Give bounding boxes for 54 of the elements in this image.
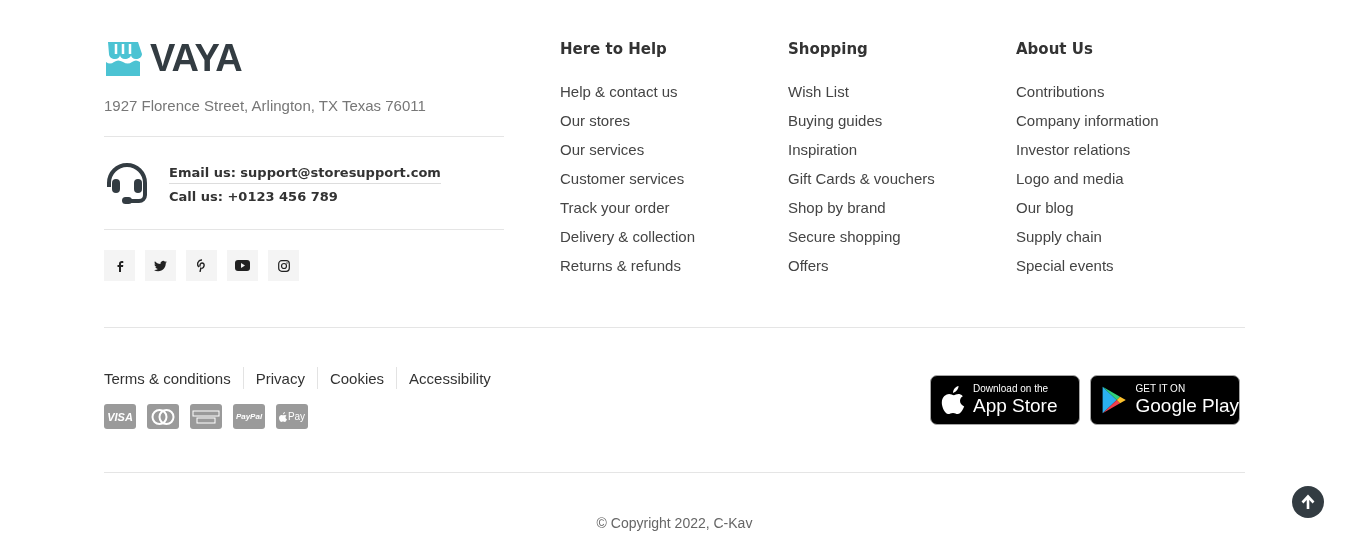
- legal-link[interactable]: Cookies: [329, 369, 385, 387]
- youtube-icon: [235, 260, 250, 271]
- twitter-icon: [154, 259, 167, 272]
- legal-link[interactable]: Terms & conditions: [104, 369, 231, 387]
- apple-icon: [941, 386, 965, 414]
- footer-link[interactable]: Returns & refunds: [560, 251, 788, 280]
- instagram-button[interactable]: [268, 250, 299, 281]
- shop-logo-icon: [104, 40, 142, 76]
- column-heading: Shopping: [788, 40, 869, 60]
- footer-link[interactable]: Logo and media: [1016, 164, 1244, 193]
- column-heading: Here to Help: [560, 40, 668, 60]
- amex-card-icon: [190, 404, 222, 429]
- footer-link[interactable]: Secure shopping: [788, 222, 1016, 251]
- footer-link[interactable]: Track your order: [560, 193, 788, 222]
- mastercard-card-icon: [147, 404, 179, 429]
- brand-name: VAYA: [150, 39, 242, 77]
- pinterest-button[interactable]: [186, 250, 217, 281]
- app-store-button[interactable]: Download on the App Store: [930, 375, 1080, 425]
- footer-link[interactable]: Gift Cards & vouchers: [788, 164, 1016, 193]
- footer-link[interactable]: Shop by brand: [788, 193, 1016, 222]
- copyright-text: © Copyright 2022, C-Kav: [596, 515, 753, 531]
- paypal-card-icon: PayPal: [233, 404, 265, 429]
- footer-link[interactable]: Investor relations: [1016, 135, 1244, 164]
- footer-link[interactable]: Buying guides: [788, 106, 1016, 135]
- pinterest-icon: [196, 259, 207, 272]
- twitter-button[interactable]: [145, 250, 176, 281]
- footer-link[interactable]: Our stores: [560, 106, 788, 135]
- email-link[interactable]: Email us: support@storesupport.com: [169, 164, 441, 184]
- footer-link[interactable]: Special events: [1016, 251, 1244, 280]
- footer-link[interactable]: Our services: [560, 135, 788, 164]
- footer-link[interactable]: Customer services: [560, 164, 788, 193]
- footer-link[interactable]: Our blog: [1016, 193, 1244, 222]
- phone-number: Call us: +0123 456 789: [169, 188, 339, 204]
- footer-link[interactable]: Delivery & collection: [560, 222, 788, 251]
- google-play-button[interactable]: GET IT ON Google Play: [1090, 375, 1240, 425]
- column-heading: About Us: [1016, 40, 1094, 60]
- applepay-card-icon: Pay: [276, 404, 308, 429]
- address: 1927 Florence Street, Arlington, TX Texas 76011: [104, 97, 427, 114]
- footer-link[interactable]: Supply chain: [1016, 222, 1244, 251]
- arrow-up-icon: [1301, 494, 1315, 510]
- headset-icon: [104, 161, 150, 207]
- footer-link[interactable]: Inspiration: [788, 135, 1016, 164]
- footer-link[interactable]: Company information: [1016, 106, 1244, 135]
- scroll-to-top-button[interactable]: [1292, 486, 1324, 518]
- legal-link[interactable]: Accessibility: [409, 369, 491, 387]
- youtube-button[interactable]: [227, 250, 258, 281]
- visa-card-icon: VISA: [104, 404, 136, 429]
- footer-link[interactable]: Offers: [788, 251, 1016, 280]
- footer-link[interactable]: Contributions: [1016, 77, 1244, 106]
- facebook-button[interactable]: [104, 250, 135, 281]
- legal-link[interactable]: Privacy: [255, 369, 305, 387]
- footer-link[interactable]: Wish List: [788, 77, 1016, 106]
- instagram-icon: [277, 259, 290, 272]
- footer-link[interactable]: Help & contact us: [560, 77, 788, 106]
